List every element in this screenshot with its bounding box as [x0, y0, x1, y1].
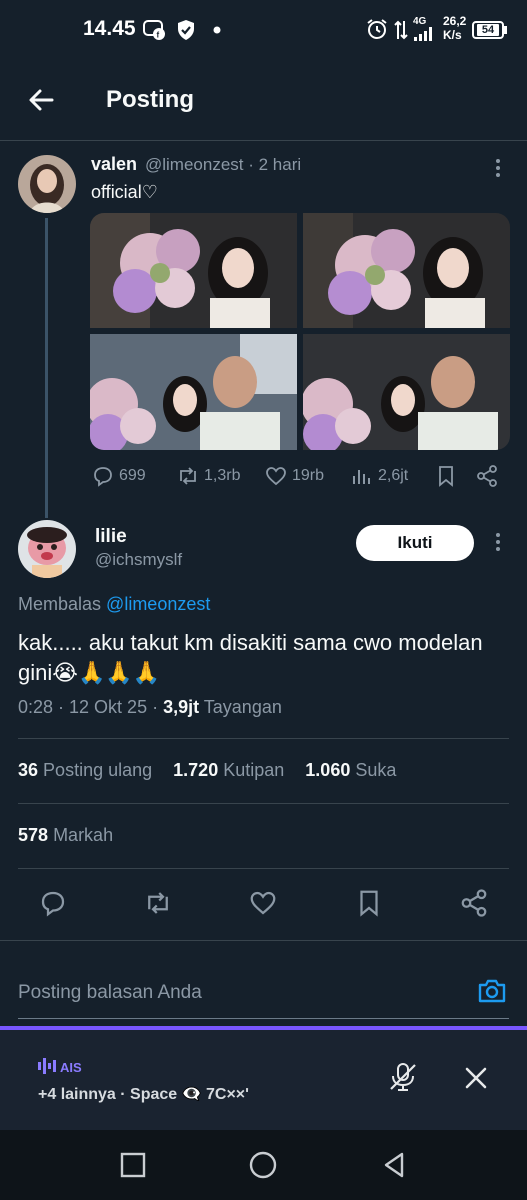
- recent-apps-icon[interactable]: [118, 1150, 148, 1180]
- parent-handle-time: @limeonzest · 2 hari: [145, 155, 302, 174]
- reply-tweet-text: kak..... aku takut km disakiti sama cwo …: [18, 630, 483, 685]
- reply-views-label: Tayangan: [199, 697, 282, 717]
- reply-more-options-icon[interactable]: [486, 530, 510, 554]
- shield-check-icon: [178, 20, 194, 40]
- status-time: 14.45: [83, 17, 136, 40]
- reply-avatar[interactable]: [18, 520, 76, 578]
- camera-icon[interactable]: [476, 975, 508, 1007]
- home-icon[interactable]: [248, 1150, 278, 1180]
- parent-views-button[interactable]: 2,6jt: [350, 464, 408, 488]
- divider: [18, 803, 509, 804]
- bookmarks-label: Markah: [53, 825, 114, 845]
- quotes-stat[interactable]: 1.720 Kutipan: [173, 760, 284, 780]
- status-bar: 14.45 f 4G 26,2 K/s 54: [0, 0, 527, 60]
- analytics-icon: [353, 470, 370, 484]
- bookmark-icon[interactable]: [354, 888, 384, 918]
- tweet-photo-4[interactable]: [303, 334, 510, 450]
- heart-icon[interactable]: [248, 888, 278, 918]
- mic-off-icon[interactable]: [386, 1060, 420, 1094]
- reposts-count: 36: [18, 760, 39, 780]
- parent-like-count: 19rb: [292, 467, 325, 484]
- likes-label: Suka: [355, 760, 397, 780]
- svg-text:f: f: [157, 31, 160, 40]
- quotes-count: 1.720: [173, 760, 219, 780]
- share-icon: [477, 465, 497, 487]
- parent-repost-count: 1,3rb: [204, 467, 241, 484]
- reposts-stat[interactable]: 36 Posting ulang: [18, 760, 152, 780]
- tweet-photo-2[interactable]: [303, 213, 510, 328]
- page-title: Posting: [106, 86, 194, 113]
- parent-share-button[interactable]: [475, 464, 499, 488]
- signal-icon: [414, 27, 432, 41]
- network-speed-unit: K/s: [443, 28, 462, 42]
- parent-bookmark-button[interactable]: [434, 464, 458, 488]
- reply-icon[interactable]: [38, 888, 68, 918]
- repost-icon[interactable]: [143, 888, 173, 918]
- messenger-notification-icon: f: [143, 20, 165, 40]
- parent-tweet-text: official♡: [91, 182, 158, 202]
- reply-timestamp[interactable]: 0:28 · 12 Okt 25 ·: [18, 697, 163, 717]
- tweet-photo-3[interactable]: [90, 334, 297, 450]
- replying-prefix: Membalas: [18, 594, 102, 614]
- bookmarks-stat: 578 Markah: [18, 825, 113, 846]
- parent-views-count: 2,6jt: [378, 467, 409, 484]
- parent-display-name[interactable]: valen: [91, 154, 137, 175]
- reply-meta: 0:28 · 12 Okt 25 · 3,9jt Tayangan: [18, 697, 282, 718]
- replying-to-line: Membalas @limeonzest: [18, 594, 210, 615]
- follow-button[interactable]: Ikuti: [356, 525, 474, 561]
- reply-icon: [94, 467, 112, 487]
- back-arrow-icon[interactable]: [22, 80, 62, 120]
- quotes-label: Kutipan: [223, 760, 285, 780]
- live-audio-icon: [38, 1058, 56, 1074]
- more-options-icon[interactable]: [486, 156, 510, 180]
- photo-grid: [90, 213, 510, 450]
- close-icon[interactable]: [462, 1064, 490, 1092]
- divider: [18, 738, 509, 739]
- battery-icon: 54: [472, 21, 504, 39]
- spaces-live-label: AIS: [60, 1060, 82, 1075]
- engagement-stats-row: 36 Posting ulang 1.720 Kutipan 1.060 Suk…: [18, 760, 396, 781]
- composer-underline: [18, 1018, 509, 1019]
- parent-repost-button[interactable]: 1,3rb: [176, 464, 240, 488]
- composer-divider: [0, 940, 527, 941]
- reply-views-count: 3,9jt: [163, 697, 200, 717]
- battery-level: 54: [477, 24, 499, 36]
- network-type-label: 4G: [413, 16, 427, 27]
- battery-tip: [504, 26, 507, 34]
- thread-connector-line: [45, 218, 48, 518]
- likes-stat[interactable]: 1.060 Suka: [305, 760, 396, 780]
- parent-reply-count: 699: [119, 467, 146, 484]
- parent-reply-button[interactable]: 699: [91, 464, 146, 488]
- notification-dot-icon: [213, 26, 221, 34]
- likes-count: 1.060: [305, 760, 351, 780]
- tweet-photo-1[interactable]: [90, 213, 297, 328]
- bookmarks-count: 578: [18, 825, 49, 845]
- back-nav-icon[interactable]: [380, 1150, 410, 1180]
- divider: [18, 868, 509, 869]
- repost-icon: [180, 467, 196, 485]
- alarm-icon: [367, 19, 387, 39]
- reply-display-name[interactable]: lilie: [95, 526, 127, 548]
- share-icon[interactable]: [459, 888, 489, 918]
- replying-mention-link[interactable]: @limeonzest: [106, 594, 210, 614]
- header-divider: [0, 140, 527, 141]
- spaces-title: +4 lainnya · Space 👁‍🗨 7C××ʹ: [38, 1086, 249, 1103]
- parent-avatar[interactable]: [18, 155, 76, 213]
- spaces-bar[interactable]: [0, 1026, 527, 1130]
- network-speed-value: 26,2: [443, 14, 467, 28]
- reposts-label: Posting ulang: [43, 760, 153, 780]
- parent-like-button[interactable]: 19rb: [264, 464, 324, 488]
- data-transfer-icon: [394, 20, 408, 40]
- heart-icon: [266, 467, 286, 486]
- reply-input[interactable]: [18, 978, 458, 1008]
- bookmark-icon: [439, 466, 453, 487]
- reply-handle[interactable]: @ichsmyslf: [95, 550, 182, 570]
